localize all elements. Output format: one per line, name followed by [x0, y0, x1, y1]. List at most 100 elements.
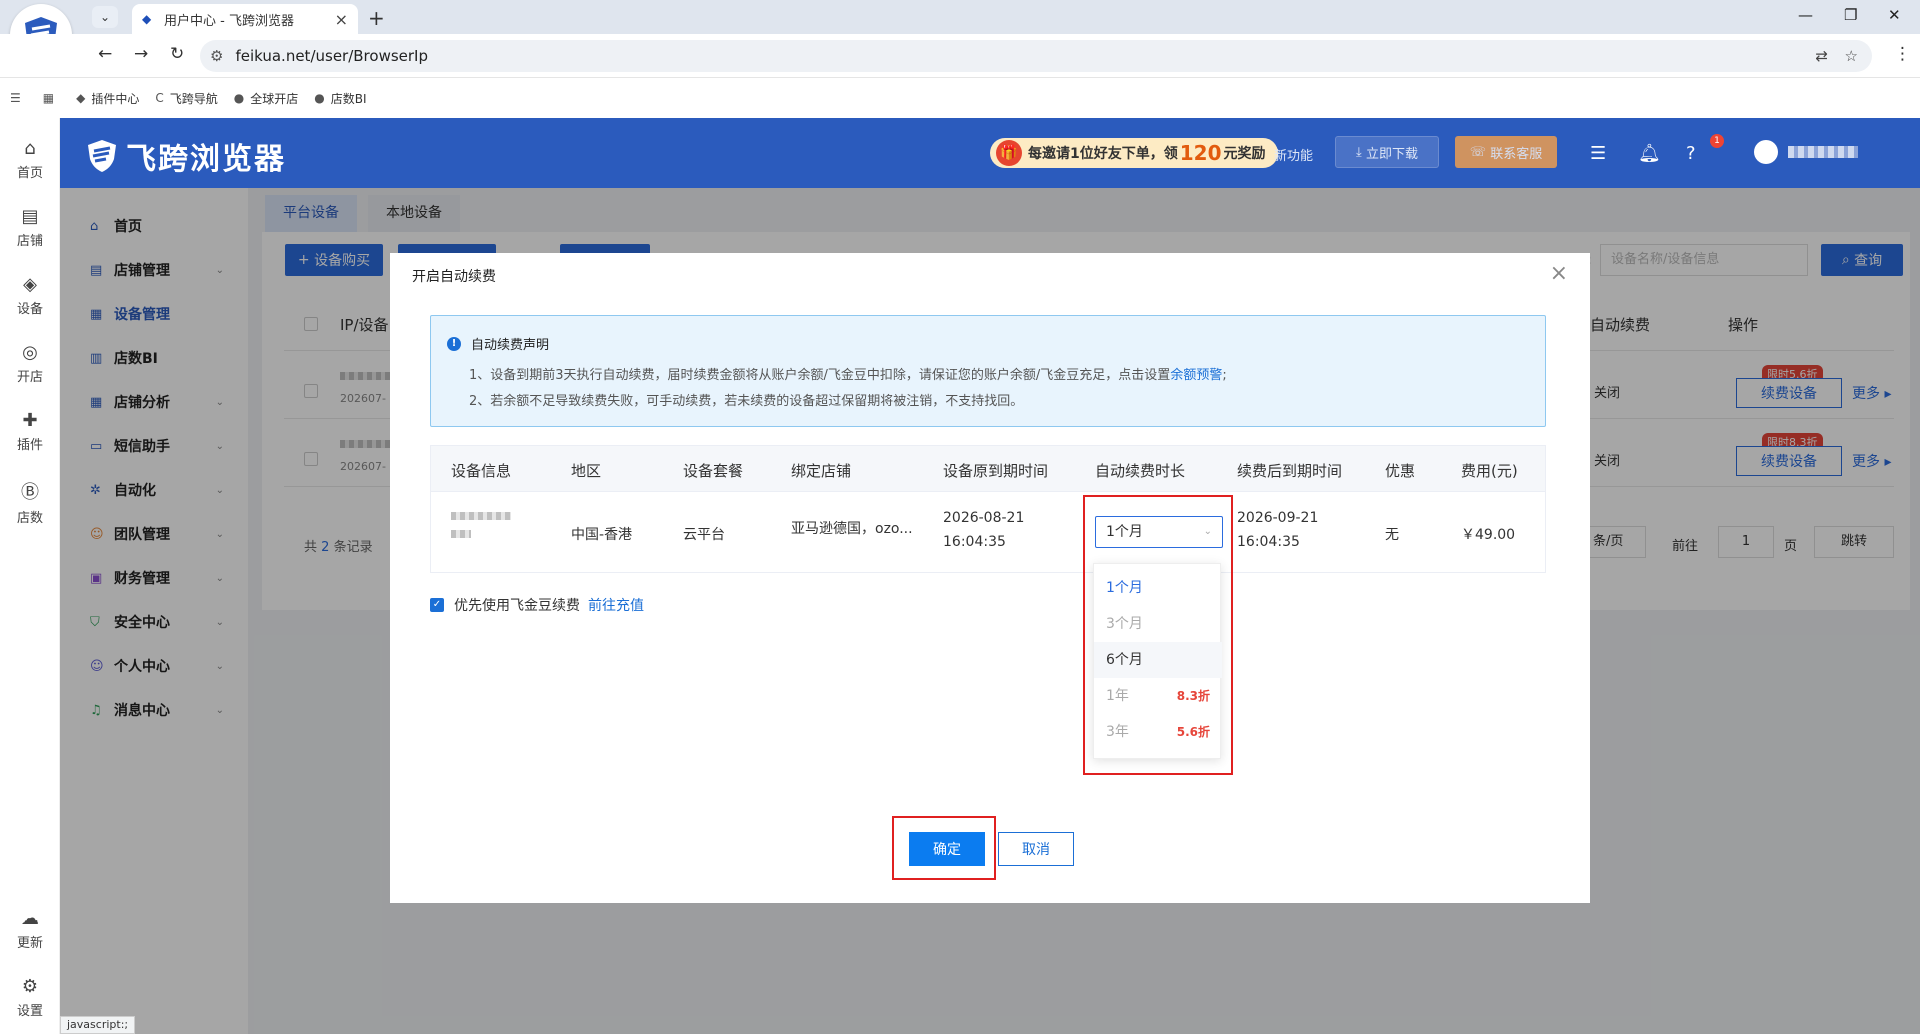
dialog-title: 开启自动续费: [412, 269, 496, 285]
table-header: 设备信息 地区 设备套餐 绑定店铺 设备原到期时间 自动续费时长 续费后到期时间…: [431, 446, 1545, 492]
new-tab-icon[interactable]: +: [368, 6, 385, 30]
cell-new-time: 16:04:35: [1237, 534, 1300, 550]
auto-renew-dialog: 开启自动续费 × ! 自动续费声明 1、设备到期前3天执行自动续费，届时续费金额将…: [390, 253, 1590, 903]
rail-update[interactable]: ☁ 更新: [0, 908, 60, 951]
cancel-button[interactable]: 取消: [998, 832, 1074, 866]
invite-promo-banner[interactable]: 🎁 每邀请1位好友下单，领 120 元奖励: [990, 138, 1278, 168]
store-icon: ▤: [21, 206, 39, 227]
help-icon[interactable]: ?: [1686, 143, 1696, 164]
document-icon[interactable]: ☰: [1590, 143, 1606, 164]
device-info-blurred: [451, 530, 471, 538]
notice-line-2: 2、若余额不足导致续费失败，可手动续费，若未续费的设备超过保留期将被注销，不支持…: [469, 394, 1024, 409]
site-favicon-icon: ◆: [142, 12, 152, 26]
rail-plugins[interactable]: ✚ 插件: [0, 410, 60, 453]
checkmark-icon: ✓: [430, 598, 444, 612]
th-region: 地区: [571, 462, 602, 480]
home-icon: ⌂: [24, 138, 36, 159]
rail-bi[interactable]: Ⓑ 店数: [0, 478, 60, 526]
rail-home[interactable]: ⌂ 首页: [0, 138, 60, 181]
new-feature-link[interactable]: 新功能: [1274, 145, 1313, 164]
rail-settings[interactable]: ⚙ 设置: [0, 976, 60, 1019]
prefer-beans-checkbox[interactable]: ✓ 优先使用飞金豆续费 前往充值: [430, 595, 644, 615]
rail-open-store[interactable]: ◎ 开店: [0, 342, 60, 385]
rail-store[interactable]: ▤ 店铺: [0, 206, 60, 249]
app-header: 飞跨浏览器 🎁 每邀请1位好友下单，领 120 元奖励 新功能 ⤓ 立即下载 ☏…: [60, 118, 1920, 188]
th-package: 设备套餐: [683, 462, 744, 480]
device-info-blurred: [451, 512, 511, 520]
brand-shield-icon: [88, 140, 116, 172]
url-text: feikua.net/user/BrowserIp: [235, 47, 428, 65]
cell-region: 中国-香港: [571, 527, 633, 543]
reload-icon[interactable]: ↻: [170, 44, 184, 64]
option-3-months[interactable]: 3个月: [1094, 606, 1222, 642]
browser-menu-icon[interactable]: ⋮: [1894, 44, 1911, 64]
th-renew-duration: 自动续费时长: [1095, 462, 1186, 480]
rail-device[interactable]: ◈ 设备: [0, 274, 60, 317]
highlight-box-confirm: [892, 816, 996, 880]
back-icon[interactable]: ←: [98, 44, 112, 64]
bookmark-nav[interactable]: C 飞跨导航: [155, 90, 217, 107]
cell-new-date: 2026-09-21: [1237, 510, 1319, 526]
address-bar[interactable]: ⚙ feikua.net/user/BrowserIp ⇄ ☆: [200, 40, 1872, 72]
bookmarks-bar: ☰ ▦ ◆ 插件中心 C 飞跨导航 ● 全球开店 ● 店数BI: [0, 78, 1920, 118]
cloud-upload-icon: ☁: [21, 908, 39, 929]
browser-tab-active[interactable]: ◆ 用户中心 - 飞跨浏览器 ×: [132, 4, 358, 34]
notice-title: 自动续费声明: [471, 338, 550, 353]
forward-icon[interactable]: →: [134, 44, 148, 64]
option-6-months[interactable]: 6个月: [1094, 642, 1222, 678]
th-discount: 优惠: [1385, 462, 1416, 480]
browser-tabstrip: ⌄ ◆ 用户中心 - 飞跨浏览器 × + — ❐ ✕: [0, 0, 1920, 34]
cell-orig-time: 16:04:35: [943, 534, 1006, 550]
address-toolbar: ← → ↻ ⚙ feikua.net/user/BrowserIp ⇄ ☆ ⋮: [0, 34, 1920, 78]
restore-icon[interactable]: ❐: [1844, 6, 1857, 24]
contact-service-button[interactable]: ☏ 联系客服: [1455, 136, 1557, 168]
sidepanel-icon[interactable]: ☰: [10, 91, 27, 105]
notification-badge: 1: [1710, 134, 1724, 148]
th-new-expire: 续费后到期时间: [1237, 462, 1343, 480]
th-orig-expire: 设备原到期时间: [943, 462, 1049, 480]
recharge-link[interactable]: 前往充值: [588, 595, 644, 615]
download-button[interactable]: ⤓ 立即下载: [1335, 136, 1439, 168]
th-device-info: 设备信息: [451, 462, 512, 480]
auto-renew-notice: ! 自动续费声明 1、设备到期前3天执行自动续费，届时续费金额将从账户余额/飞金豆…: [430, 315, 1546, 427]
headset-icon: ☏: [1469, 144, 1491, 160]
brand-logo: 飞跨浏览器: [84, 134, 286, 178]
window-close-icon[interactable]: ✕: [1888, 6, 1901, 24]
option-3-years[interactable]: 3年 5.6折: [1094, 714, 1222, 750]
close-icon[interactable]: ×: [1550, 261, 1568, 286]
site-info-icon[interactable]: ⚙: [210, 47, 223, 65]
info-icon: !: [447, 336, 461, 351]
cell-store: 亚马逊德国，ozo...: [791, 521, 913, 537]
option-1-year[interactable]: 1年 8.3折: [1094, 678, 1222, 714]
tab-search-button[interactable]: ⌄: [92, 6, 118, 28]
apps-icon[interactable]: ▦: [43, 91, 60, 105]
puzzle-icon: ✚: [22, 410, 38, 431]
cell-package: 云平台: [683, 527, 725, 543]
cell-discount: 无: [1385, 527, 1399, 543]
cell-fee: ￥49.00: [1461, 527, 1516, 543]
bookmark-plugins[interactable]: ◆ 插件中心: [76, 90, 139, 107]
th-store: 绑定店铺: [791, 462, 852, 480]
renew-duration-dropdown: 1个月 3个月 6个月 1年 8.3折 3年 5.6折: [1093, 563, 1222, 759]
username-blurred[interactable]: [1788, 146, 1858, 158]
th-fee: 费用(元): [1461, 462, 1518, 480]
notice-line-1: 1、设备到期前3天执行自动续费，届时续费金额将从账户余额/飞金豆中扣除，请保证您…: [469, 368, 1227, 383]
translate-icon[interactable]: ⇄: [1815, 47, 1828, 65]
bookmark-bi[interactable]: ● 店数BI: [314, 90, 366, 107]
gear-icon: ⚙: [21, 976, 39, 997]
balance-alert-link[interactable]: 余额预警: [1170, 368, 1222, 383]
bell-icon[interactable]: 🔔︎: [1638, 143, 1661, 164]
status-bar-url: javascript:;: [60, 1016, 136, 1034]
bi-icon: Ⓑ: [21, 482, 39, 503]
bookmark-star-icon[interactable]: ☆: [1845, 47, 1858, 65]
layers-icon: ◈: [23, 274, 37, 295]
close-tab-icon[interactable]: ×: [335, 10, 348, 29]
avatar[interactable]: [1754, 140, 1778, 164]
bookmark-global-store[interactable]: ● 全球开店: [234, 90, 299, 107]
tab-title: 用户中心 - 飞跨浏览器: [164, 13, 294, 29]
minimize-icon[interactable]: —: [1798, 6, 1813, 24]
planet-icon: ◎: [22, 342, 38, 363]
cell-orig-date: 2026-08-21: [943, 510, 1025, 526]
option-1-month[interactable]: 1个月: [1094, 570, 1222, 606]
renew-table: 设备信息 地区 设备套餐 绑定店铺 设备原到期时间 自动续费时长 续费后到期时间…: [430, 445, 1546, 573]
